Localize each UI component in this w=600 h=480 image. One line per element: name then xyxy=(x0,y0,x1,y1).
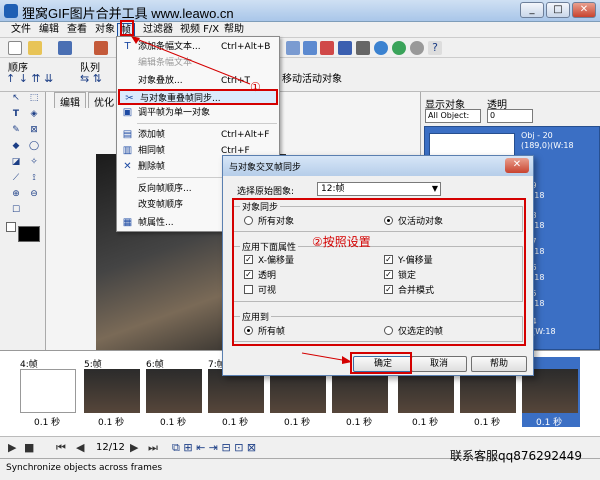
highlight-ok-button xyxy=(350,352,412,374)
frame-thumb[interactable]: 5:帧 0.1 秒 xyxy=(84,357,142,428)
eraser-icon[interactable]: ◆ xyxy=(10,140,22,152)
frame-tool-icons[interactable]: ⧉ ⊞ ⇤ ⇥ ⊟ ⊡ ⊠ xyxy=(172,441,256,455)
frame-image xyxy=(20,369,76,413)
source-value: 12:帧 xyxy=(321,184,345,194)
last-frame-icon[interactable]: ⏭ xyxy=(148,441,158,455)
pencil-icon[interactable]: ✎ xyxy=(10,124,22,136)
frame-image xyxy=(146,369,202,413)
toolbar-icon-2[interactable] xyxy=(303,41,317,55)
shape-icon[interactable]: ◈ xyxy=(28,108,40,120)
properties-icon: ▦ xyxy=(122,217,133,228)
objects-select[interactable]: All Object: xyxy=(425,109,481,123)
frame-time: 0.1 秒 xyxy=(412,418,439,428)
close-button[interactable]: ✕ xyxy=(572,2,596,18)
toolbar: ? xyxy=(0,38,600,58)
hand-icon[interactable]: ☐ xyxy=(10,204,22,216)
minimize-button[interactable]: _ xyxy=(520,2,544,18)
delete-icon: ✕ xyxy=(123,161,132,172)
dialog-titlebar: 与对象交叉帧同步 ✕ xyxy=(223,156,533,176)
add-frame-icon: ▤ xyxy=(122,129,133,140)
queue-arrows-icon[interactable]: ⇆ ⇅ xyxy=(80,72,102,85)
status-text: Synchronize objects across frames xyxy=(6,463,163,473)
move-active-label[interactable]: 移动活动对象 xyxy=(282,70,342,85)
text-tool-icon[interactable]: T xyxy=(10,108,22,120)
ok-arrow-annotation xyxy=(301,352,352,364)
new-icon[interactable] xyxy=(8,41,22,55)
stop-icon[interactable]: ■ xyxy=(24,441,34,454)
first-frame-icon[interactable]: ⏮ xyxy=(56,441,66,455)
source-label: 选择原始图象: xyxy=(237,187,295,197)
cancel-button[interactable]: 取消 xyxy=(411,356,467,372)
dialog-close-button[interactable]: ✕ xyxy=(505,158,529,173)
tab-edit[interactable]: 编辑 xyxy=(54,92,86,109)
frame-time: 0.1 秒 xyxy=(536,418,563,428)
marquee-icon[interactable]: ⬚ xyxy=(28,92,40,104)
open-icon[interactable] xyxy=(28,41,42,55)
zoom-in-icon[interactable]: ⊕ xyxy=(10,188,22,200)
help-button[interactable]: 帮助 xyxy=(471,356,527,372)
help-icon[interactable]: ? xyxy=(428,41,442,55)
menu-edit[interactable]: 编辑 xyxy=(36,23,62,37)
title-bar: 狸窝GIF图片合并工具 www.leawo.cn _ □ ✕ xyxy=(0,0,600,22)
menu-file[interactable]: 文件 xyxy=(8,23,34,37)
menu-object[interactable]: 对象 xyxy=(92,23,118,37)
status-bar: Synchronize objects across frames 联系客服qq… xyxy=(0,449,600,480)
next-frame-icon[interactable]: ▶ xyxy=(130,441,138,454)
menu-item-flatten[interactable]: ▣ 调平帧为单一对象 xyxy=(118,105,278,121)
list-item[interactable]: Obj - 20 (189,0)(W:18 xyxy=(521,131,600,151)
duplicate-icon: ▥ xyxy=(122,145,133,156)
frame-thumb[interactable]: 4:帧 0.1 秒 xyxy=(20,357,78,428)
maximize-button[interactable]: □ xyxy=(546,2,570,18)
dropper-icon[interactable]: ⟋ xyxy=(10,172,22,184)
color-swatch[interactable] xyxy=(18,226,40,242)
tool-panel: ↖ ⬚ T ◈ ✎ ⊠ ◆ ◯ ◪ ✧ ⟋ ⟟ ⊕ ⊖ ☐ xyxy=(0,92,46,350)
play-icon[interactable]: ▶ xyxy=(8,441,16,454)
globe-icon[interactable] xyxy=(374,41,388,55)
frame-time: 0.1 秒 xyxy=(160,418,187,428)
frame-time: 0.1 秒 xyxy=(474,418,501,428)
arrow-annotation xyxy=(131,36,251,85)
flatten-icon: ▣ xyxy=(122,107,133,118)
transparency-input[interactable]: 0 xyxy=(487,109,533,123)
frame-time: 0.1 秒 xyxy=(222,418,249,428)
order-arrows-icon[interactable]: ↑ ↓ ⇈ ⇊ xyxy=(6,72,53,85)
chevron-down-icon: ▼ xyxy=(431,184,438,193)
fill-icon[interactable]: ◪ xyxy=(10,156,22,168)
toolbar-icon-4[interactable] xyxy=(356,41,370,55)
frame-counter: 12/12 xyxy=(96,442,125,453)
save-icon[interactable] xyxy=(58,41,72,55)
lasso-icon[interactable]: ◯ xyxy=(28,140,40,152)
bg-color-swatch[interactable] xyxy=(6,222,16,232)
frame-time: 0.1 秒 xyxy=(34,418,61,428)
toolbar-icon-3[interactable] xyxy=(320,41,334,55)
dialog-title: 与对象交叉帧同步 xyxy=(229,163,302,173)
frame-image xyxy=(84,369,140,413)
menu-bar: 文件 编辑 查看 对象 帧 过滤器 视频 F/X 帮助 xyxy=(0,22,600,38)
crop-icon[interactable]: ⊠ xyxy=(28,124,40,136)
service-contact: 联系客服qq876292449 xyxy=(450,449,582,463)
cross-icon[interactable] xyxy=(338,41,352,55)
source-select[interactable]: 12:帧 ▼ xyxy=(317,182,441,196)
highlight-dialog-settings xyxy=(232,198,526,346)
frame-time: 0.1 秒 xyxy=(98,418,125,428)
frame-thumb[interactable]: 6:帧 0.1 秒 xyxy=(146,357,204,428)
toolbar-icon-1[interactable] xyxy=(286,41,300,55)
menu-separator xyxy=(137,123,277,124)
sync-icon: ✂ xyxy=(125,93,134,104)
measure-icon[interactable]: ⟟ xyxy=(28,172,40,184)
toolbar-icon-5[interactable] xyxy=(392,41,406,55)
menu-view[interactable]: 查看 xyxy=(64,23,90,37)
frame-time: 0.1 秒 xyxy=(346,418,373,428)
menu-item-add-frame[interactable]: ▤ 添加帧 Ctrl+Alt+F xyxy=(118,127,278,143)
wand-icon[interactable]: ✧ xyxy=(28,156,40,168)
prev-frame-icon[interactable]: ◀ xyxy=(76,441,84,454)
app-icon xyxy=(4,4,18,18)
step-two-label: ②按照设置 xyxy=(312,235,371,249)
toolbar-icon-6[interactable] xyxy=(410,41,424,55)
select-icon[interactable]: ↖ xyxy=(10,92,22,104)
order-toolbar: 顺序 队列 ↑ ↓ ⇈ ⇊ ⇆ ⇅ 移动活动对象 xyxy=(0,58,600,92)
zoom-out-icon[interactable]: ⊖ xyxy=(28,188,40,200)
insert-icon[interactable] xyxy=(94,41,108,55)
frame-time: 0.1 秒 xyxy=(284,418,311,428)
